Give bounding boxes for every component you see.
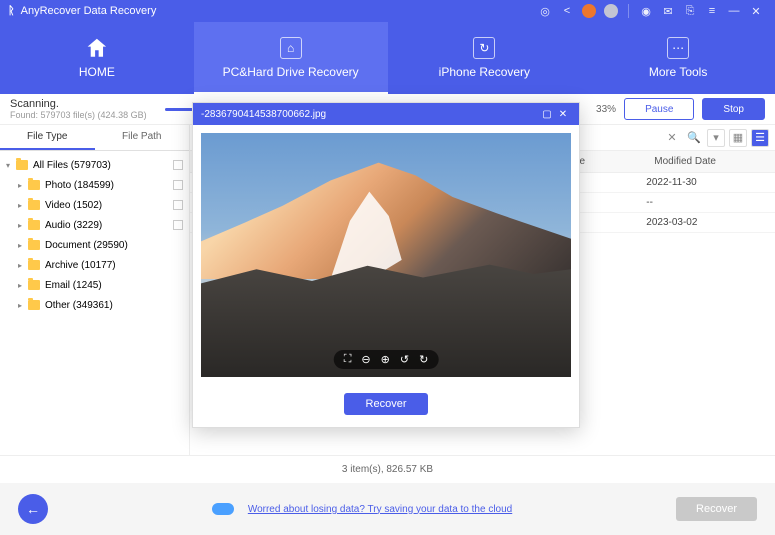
tree-video[interactable]: ▸Video (1502) [0, 195, 189, 215]
tab-pc-label: PC&Hard Drive Recovery [223, 65, 359, 79]
tree-photo[interactable]: ▸Photo (184599) [0, 175, 189, 195]
folder-icon [28, 260, 40, 270]
rotate-right-icon[interactable]: ↻ [419, 353, 428, 366]
tree-audio[interactable]: ▸Audio (3229) [0, 215, 189, 235]
preview-close-icon[interactable]: ✕ [555, 109, 571, 120]
mail-icon[interactable]: ✉ [659, 2, 677, 20]
grid-view-icon[interactable]: ▦ [729, 129, 747, 147]
scan-percent: 33% [596, 104, 616, 115]
tree-document[interactable]: ▸Document (29590) [0, 235, 189, 255]
folder-icon [28, 280, 40, 290]
cloud-icon [212, 503, 234, 515]
recover-button[interactable]: Recover [676, 497, 757, 521]
tree-email[interactable]: ▸Email (1245) [0, 275, 189, 295]
tab-file-type[interactable]: File Type [0, 125, 95, 150]
minimize-icon[interactable]: — [725, 2, 743, 20]
fullscreen-icon[interactable]: ⛶ [344, 353, 352, 366]
scan-found: Found: 579703 file(s) (424.38 GB) [10, 110, 147, 120]
back-button[interactable]: ← [18, 494, 48, 524]
title-bar: ᚱ AnyRecover Data Recovery ◎ < ◉ ✉ ⎘ ≡ —… [0, 0, 775, 22]
footer-bar: ← Worred about losing data? Try saving y… [0, 483, 775, 535]
folder-icon [28, 180, 40, 190]
preview-recover-button[interactable]: Recover [344, 393, 429, 415]
scan-status: Scanning. [10, 98, 147, 110]
share-icon[interactable]: < [558, 2, 576, 20]
zoom-out-icon[interactable]: ⊖ [361, 353, 370, 366]
tab-pc-recovery[interactable]: ⌂ PC&Hard Drive Recovery [194, 22, 388, 94]
tree-archive[interactable]: ▸Archive (10177) [0, 255, 189, 275]
search-icon[interactable]: 🔍 [685, 129, 703, 147]
maximize-icon[interactable]: ▢ [539, 109, 555, 120]
tab-tools[interactable]: ⋯ More Tools [581, 22, 775, 94]
clear-icon[interactable]: ✕ [663, 129, 681, 147]
close-icon[interactable]: ✕ [747, 2, 765, 20]
folder-icon [16, 160, 28, 170]
main-nav: HOME ⌂ PC&Hard Drive Recovery ↻ iPhone R… [0, 22, 775, 94]
rotate-left-icon[interactable]: ↺ [400, 353, 409, 366]
app-logo-icon: ᚱ [8, 5, 15, 17]
discord-icon[interactable]: ◎ [536, 2, 554, 20]
image-controls: ⛶ ⊖ ⊕ ↺ ↻ [334, 350, 439, 369]
tab-iphone-label: iPhone Recovery [439, 65, 530, 79]
checkbox[interactable] [173, 160, 183, 170]
menu-icon[interactable]: ≡ [703, 2, 721, 20]
phone-icon: ↻ [473, 37, 495, 59]
folder-icon [28, 200, 40, 210]
tree-all[interactable]: ▾All Files (579703) [0, 155, 189, 175]
stop-button[interactable]: Stop [702, 98, 765, 120]
preview-image: ⛶ ⊖ ⊕ ↺ ↻ [201, 133, 571, 377]
tab-home-label: HOME [79, 65, 115, 79]
tab-file-path[interactable]: File Path [95, 125, 190, 150]
cloud-link[interactable]: Worred about losing data? Try saving you… [248, 504, 512, 515]
notification-icon[interactable] [580, 2, 598, 20]
tab-tools-label: More Tools [649, 65, 707, 79]
settings-icon[interactable]: ◉ [637, 2, 655, 20]
tab-home[interactable]: HOME [0, 22, 194, 94]
checkbox[interactable] [173, 220, 183, 230]
checkbox[interactable] [173, 180, 183, 190]
checkbox[interactable] [173, 200, 183, 210]
col-modified[interactable]: Modified Date [646, 151, 775, 172]
drive-icon: ⌂ [280, 37, 302, 59]
filter-icon[interactable]: ▾ [707, 129, 725, 147]
sidebar: File Type File Path ▾All Files (579703) … [0, 125, 190, 455]
file-tree: ▾All Files (579703) ▸Photo (184599) ▸Vid… [0, 151, 189, 319]
selection-status: 3 item(s), 826.57 KB [0, 455, 775, 483]
tree-other[interactable]: ▸Other (349361) [0, 295, 189, 315]
app-title: AnyRecover Data Recovery [21, 5, 157, 17]
avatar-icon[interactable] [602, 2, 620, 20]
folder-icon [28, 300, 40, 310]
feedback-icon[interactable]: ⎘ [681, 2, 699, 20]
pause-button[interactable]: Pause [624, 98, 694, 120]
tab-iphone[interactable]: ↻ iPhone Recovery [388, 22, 582, 94]
preview-modal: -2836790414538700662.jpg ▢ ✕ ⛶ ⊖ ⊕ ↺ ↻ R… [192, 102, 580, 428]
folder-icon [28, 240, 40, 250]
preview-filename: -2836790414538700662.jpg [201, 109, 326, 120]
list-view-icon[interactable]: ☰ [751, 129, 769, 147]
zoom-in-icon[interactable]: ⊕ [381, 353, 390, 366]
home-icon [86, 37, 108, 59]
folder-icon [28, 220, 40, 230]
tools-icon: ⋯ [667, 37, 689, 59]
